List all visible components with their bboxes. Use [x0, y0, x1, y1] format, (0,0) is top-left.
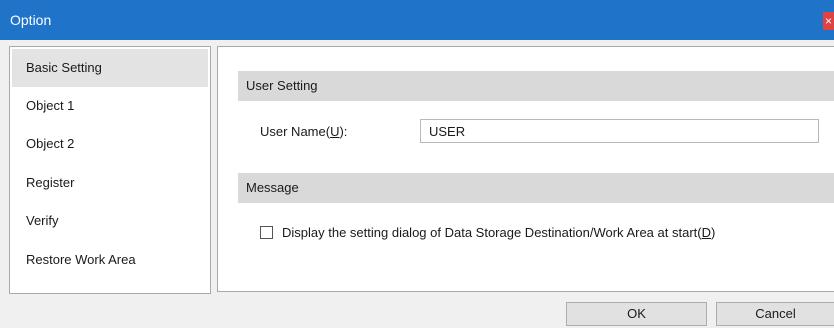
window-title: Option: [10, 12, 52, 28]
startup-dialog-checkbox-label[interactable]: Display the setting dialog of Data Stora…: [282, 225, 715, 240]
title-bar: Option ×: [0, 0, 834, 40]
nav-item-register[interactable]: Register: [12, 164, 208, 202]
nav-item-object-2[interactable]: Object 2: [12, 125, 208, 163]
nav-item-restore-work-area[interactable]: Restore Work Area: [12, 241, 208, 279]
cancel-button[interactable]: Cancel: [716, 302, 834, 326]
category-list: Basic Setting Object 1 Object 2 Register…: [9, 46, 211, 294]
nav-item-basic-setting[interactable]: Basic Setting: [12, 49, 208, 87]
ok-button[interactable]: OK: [566, 302, 707, 326]
user-name-input[interactable]: [420, 119, 819, 143]
close-icon[interactable]: ×: [823, 12, 834, 30]
section-header-message: Message: [238, 173, 834, 203]
section-header-user-setting: User Setting: [238, 71, 834, 101]
nav-item-object-1[interactable]: Object 1: [12, 87, 208, 125]
nav-item-verify[interactable]: Verify: [12, 202, 208, 240]
startup-dialog-checkbox[interactable]: [260, 226, 273, 239]
settings-panel: User Setting User Name(U): Message Displ…: [217, 46, 834, 292]
user-name-label: User Name(U):: [260, 124, 348, 139]
